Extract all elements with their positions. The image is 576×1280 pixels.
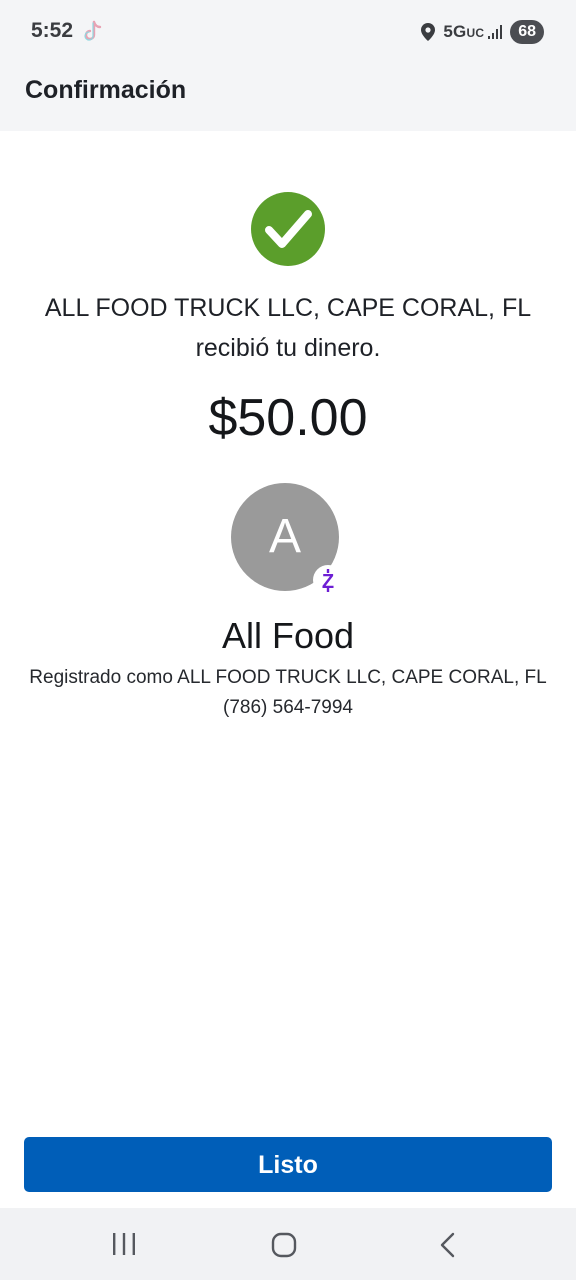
signal-icon	[488, 25, 503, 39]
done-button[interactable]: Listo	[24, 1137, 552, 1192]
page-title: Confirmación	[25, 76, 187, 104]
network-label: 5GUC	[443, 22, 484, 42]
status-time: 5:52	[31, 19, 74, 42]
recipient-name: All Food	[221, 615, 355, 656]
status-right-group: 5GUC 68	[421, 19, 544, 45]
home-icon[interactable]	[271, 1232, 297, 1258]
check-circle-icon	[251, 192, 325, 266]
app-header: Confirmación	[0, 62, 576, 131]
phone-number: (786) 564-7994	[223, 697, 353, 718]
battery-badge: 68	[510, 20, 544, 44]
recents-icon[interactable]	[110, 1231, 138, 1257]
confirmation-message-line1: ALL FOOD TRUCK LLC, CAPE CORAL, FL	[44, 294, 532, 322]
location-icon	[421, 23, 436, 41]
network-type: 5G	[443, 22, 467, 41]
back-icon[interactable]	[436, 1231, 458, 1259]
nav-bar	[0, 1208, 576, 1280]
network-suffix: UC	[466, 26, 485, 40]
status-bar: 5:52 5GUC 68	[0, 0, 576, 62]
zelle-icon: Z	[313, 565, 343, 595]
payment-amount: $50.00	[208, 389, 368, 447]
confirmation-message: ALL FOOD TRUCK LLC, CAPE CORAL, FL recib…	[20, 288, 556, 368]
tiktok-icon	[84, 20, 102, 41]
registered-as-text: Registrado como ALL FOOD TRUCK LLC, CAPE…	[29, 667, 547, 688]
confirmation-message-line2: recibió tu dinero.	[195, 334, 381, 362]
